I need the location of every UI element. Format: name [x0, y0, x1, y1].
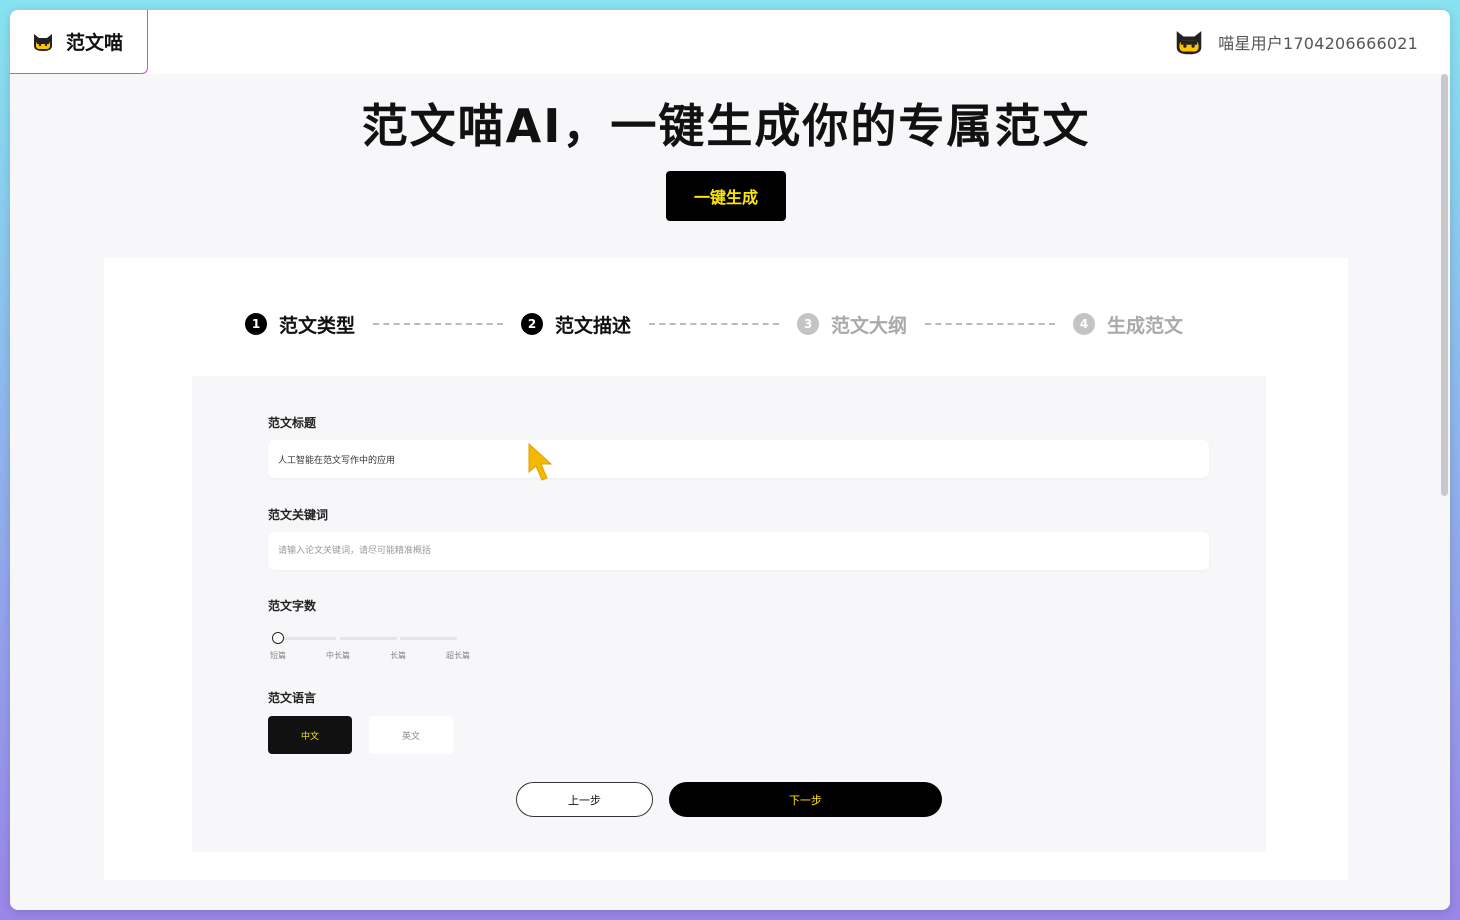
length-option[interactable]: 短篇 [270, 650, 286, 661]
step-connector [925, 323, 1056, 325]
step-number: 3 [797, 313, 820, 335]
title-label: 范文标题 [268, 416, 317, 430]
step-connector [649, 323, 780, 325]
slider-track [278, 637, 336, 640]
one-click-generate-button[interactable]: 一键生成 [666, 171, 786, 221]
step-label: 生成范文 [1107, 314, 1184, 337]
slider-track [340, 637, 397, 640]
slider-track [400, 637, 457, 640]
step-connector [373, 323, 504, 325]
language-chinese-button[interactable]: 中文 [268, 716, 352, 754]
step-label: 范文大纲 [831, 314, 908, 337]
step-number: 1 [245, 313, 267, 335]
length-option[interactable]: 长篇 [390, 650, 406, 661]
step-1: 1 范文类型 [245, 311, 355, 338]
hero-title: 范文喵AI，一键生成你的专属范文 [361, 99, 1091, 153]
language-label: 范文语言 [268, 691, 317, 705]
cat-avatar-icon [1176, 31, 1202, 55]
top-bar: 范文喵 喵星用户1704206666021 [10, 10, 1450, 74]
brand-name: 范文喵 [66, 32, 124, 54]
step-2: 2 范文描述 [521, 311, 631, 338]
step-label: 范文描述 [555, 314, 632, 337]
language-english-button[interactable]: 英文 [369, 716, 453, 754]
keywords-input[interactable] [268, 532, 1209, 570]
mouse-pointer-icon [528, 442, 553, 481]
step-label: 范文类型 [279, 314, 356, 337]
step-3: 3 范文大纲 [797, 311, 907, 338]
wizard-card: 1 范文类型 2 范文描述 3 范文大纲 4 生成范文 范文标题 范文关键词 [104, 258, 1348, 880]
user-name: 喵星用户1704206666021 [1218, 34, 1418, 53]
length-slider[interactable]: 短篇 中长篇 长篇 超长篇 [268, 630, 488, 664]
step-number: 2 [521, 313, 544, 335]
length-label: 范文字数 [268, 599, 317, 613]
user-profile[interactable]: 喵星用户1704206666021 [1174, 27, 1418, 57]
next-step-button[interactable]: 下一步 [669, 782, 942, 817]
keywords-label: 范文关键词 [268, 508, 329, 522]
step-number: 4 [1073, 313, 1096, 335]
step-indicator: 1 范文类型 2 范文描述 3 范文大纲 4 生成范文 [245, 310, 1183, 338]
description-form: 范文标题 范文关键词 范文字数 短篇 中长篇 长篇 超长篇 范文语言 中文 英文… [192, 376, 1266, 852]
brand-logo-link[interactable]: 范文喵 [10, 10, 148, 74]
length-option[interactable]: 中长篇 [326, 650, 350, 661]
scrollbar-thumb[interactable] [1441, 74, 1448, 496]
step-4: 4 生成范文 [1073, 311, 1183, 338]
previous-step-button[interactable]: 上一步 [516, 782, 653, 817]
cat-logo-icon [34, 33, 52, 51]
length-option[interactable]: 超长篇 [446, 650, 470, 661]
app-window: 范文喵 喵星用户1704206666021 范文喵AI，一键生成你的专属范文 一… [10, 10, 1450, 910]
title-input[interactable] [268, 440, 1209, 478]
slider-handle[interactable] [272, 632, 284, 644]
